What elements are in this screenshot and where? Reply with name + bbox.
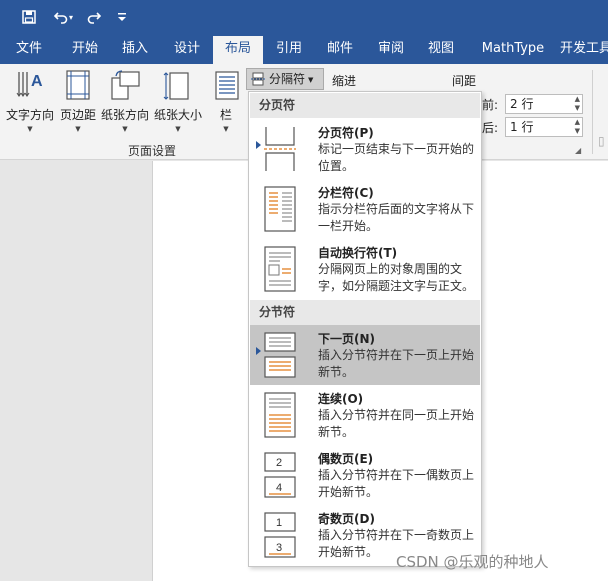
next-page-break-icon — [264, 332, 296, 378]
spinner-arrows-icon[interactable]: ▲ ▼ — [575, 118, 580, 136]
spacing-after-input[interactable]: 1 行 ▲ ▼ — [505, 117, 583, 137]
svg-text:A: A — [31, 73, 43, 90]
svg-text:1: 1 — [276, 517, 282, 529]
orientation-button[interactable]: 纸张方向 ▼ — [99, 68, 151, 138]
pointer-icon — [256, 347, 261, 355]
margins-label: 页边距 — [59, 108, 96, 122]
text-direction-button[interactable]: A 文字方向 ▼ — [2, 68, 58, 138]
menu-item-title: 下一页(N) — [318, 332, 376, 346]
breaks-button[interactable]: 分隔符 ▼ — [246, 68, 324, 90]
group-divider — [592, 70, 593, 154]
spacing-before-input[interactable]: 2 行 ▲ ▼ — [505, 94, 583, 114]
orientation-label: 纸张方向 — [100, 108, 149, 122]
odd-page-break-icon: 1 3 — [264, 512, 296, 558]
menu-item-title: 分页符(P) — [318, 126, 374, 140]
spacing-label: 间距 — [452, 74, 477, 88]
redo-icon[interactable] — [82, 6, 106, 28]
even-page-break-icon: 2 4 — [264, 452, 296, 498]
breaks-icon — [251, 72, 265, 86]
columns-button[interactable]: 栏 ▼ — [210, 68, 242, 138]
menu-item-title: 奇数页(D) — [318, 512, 375, 526]
spinner-arrows-icon[interactable]: ▲ ▼ — [575, 95, 580, 113]
paper-size-icon — [163, 72, 189, 100]
chevron-down-icon: ▼ — [175, 125, 181, 133]
tab-layout[interactable]: 布局 — [213, 36, 263, 64]
menu-item-next-page[interactable]: 下一页(N) 插入分节符并在下一页上开始新节。 — [250, 325, 480, 385]
menu-item-desc: 插入分节符并在下一页上开始新节。 — [318, 348, 475, 379]
size-button[interactable]: 纸张大小 ▼ — [152, 68, 204, 138]
menu-item-even-page[interactable]: 2 4 偶数页(E) 插入分节符并在下一偶数页上开始新节。 — [250, 445, 480, 505]
columns-icon — [215, 71, 239, 100]
margins-button[interactable]: 页边距 ▼ — [58, 68, 98, 138]
menu-item-continuous[interactable]: 连续(O) 插入分节符并在同一页上开始新节。 — [250, 385, 480, 445]
breaks-menu: 分页符 分页符(P) 标记一页结束与下一页开始的位置。 分栏符(C) 指示分栏符… — [248, 91, 482, 567]
menu-item-desc: 分隔网页上的对象周围的文字，如分隔题注文字与正文。 — [318, 262, 475, 293]
continuous-break-icon — [264, 392, 296, 438]
text-direction-label: 文字方向 — [5, 108, 54, 122]
menu-item-title: 自动换行符(T) — [318, 246, 398, 260]
tab-developer[interactable]: 开发工具 — [560, 36, 608, 64]
menu-item-desc: 插入分节符并在同一页上开始新节。 — [318, 408, 475, 439]
quick-access-toolbar: ▾ — [0, 0, 608, 36]
menu-section-section-breaks: 分节符 — [250, 300, 480, 325]
menu-item-desc: 插入分节符并在下一偶数页上开始新节。 — [318, 468, 475, 499]
chevron-down-icon: ▼ — [308, 75, 314, 84]
text-direction-icon: A — [16, 72, 43, 97]
menu-item-text-wrapping-break[interactable]: 自动换行符(T) 分隔网页上的对象周围的文字，如分隔题注文字与正文。 — [250, 239, 480, 299]
chevron-down-icon: ▼ — [27, 125, 33, 133]
tab-mathtype[interactable]: MathType — [474, 36, 552, 64]
menu-section-page-breaks: 分页符 — [250, 93, 480, 118]
size-label: 纸张大小 — [153, 108, 202, 122]
save-icon[interactable] — [17, 6, 41, 28]
chevron-down-icon: ▼ — [75, 125, 81, 133]
ribbon-tabs: 文件 开始 插入 设计 布局 引用 邮件 审阅 视图 MathType 开发工具 — [0, 36, 608, 64]
spacing-before-value: 2 行 — [510, 97, 534, 111]
indent-label: 缩进 — [332, 74, 357, 88]
svg-text:2: 2 — [276, 457, 282, 469]
menu-item-page-break[interactable]: 分页符(P) 标记一页结束与下一页开始的位置。 — [250, 119, 480, 179]
customize-qat-icon[interactable] — [110, 6, 134, 28]
group-page-setup-label: 页面设置 — [128, 144, 177, 158]
menu-item-desc: 指示分栏符后面的文字将从下一栏开始。 — [318, 202, 475, 233]
tab-review[interactable]: 审阅 — [366, 36, 416, 64]
tab-references[interactable]: 引用 — [264, 36, 314, 64]
menu-item-title: 连续(O) — [318, 392, 364, 406]
tab-home[interactable]: 开始 — [60, 36, 110, 64]
chevron-down-icon: ▼ — [122, 125, 128, 133]
watermark: CSDN @乐观的种地人 — [396, 553, 549, 571]
svg-text:4: 4 — [276, 482, 282, 494]
text-wrapping-break-icon — [264, 246, 296, 292]
undo-dropdown-icon[interactable]: ▾ — [66, 6, 76, 28]
tab-mailings[interactable]: 邮件 — [315, 36, 365, 64]
columns-label: 栏 — [219, 108, 232, 122]
chevron-down-icon: ▼ — [223, 125, 229, 133]
margins-icon — [66, 70, 90, 100]
dialog-launcher-icon[interactable]: ◢ — [575, 146, 581, 155]
breaks-label: 分隔符 — [269, 72, 306, 86]
spacing-after-value: 1 行 — [510, 120, 534, 134]
menu-item-desc: 标记一页结束与下一页开始的位置。 — [318, 142, 475, 173]
svg-text:3: 3 — [276, 542, 282, 554]
column-break-icon — [264, 186, 296, 232]
menu-item-column-break[interactable]: 分栏符(C) 指示分栏符后面的文字将从下一栏开始。 — [250, 179, 480, 239]
tab-view[interactable]: 视图 — [416, 36, 466, 64]
tab-design[interactable]: 设计 — [161, 36, 213, 64]
tab-insert[interactable]: 插入 — [110, 36, 160, 64]
page-break-icon — [264, 127, 296, 171]
tab-file[interactable]: 文件 — [4, 36, 54, 64]
orientation-icon — [111, 70, 140, 100]
menu-item-title: 分栏符(C) — [318, 186, 374, 200]
pointer-icon — [256, 141, 261, 149]
menu-item-title: 偶数页(E) — [318, 452, 374, 466]
